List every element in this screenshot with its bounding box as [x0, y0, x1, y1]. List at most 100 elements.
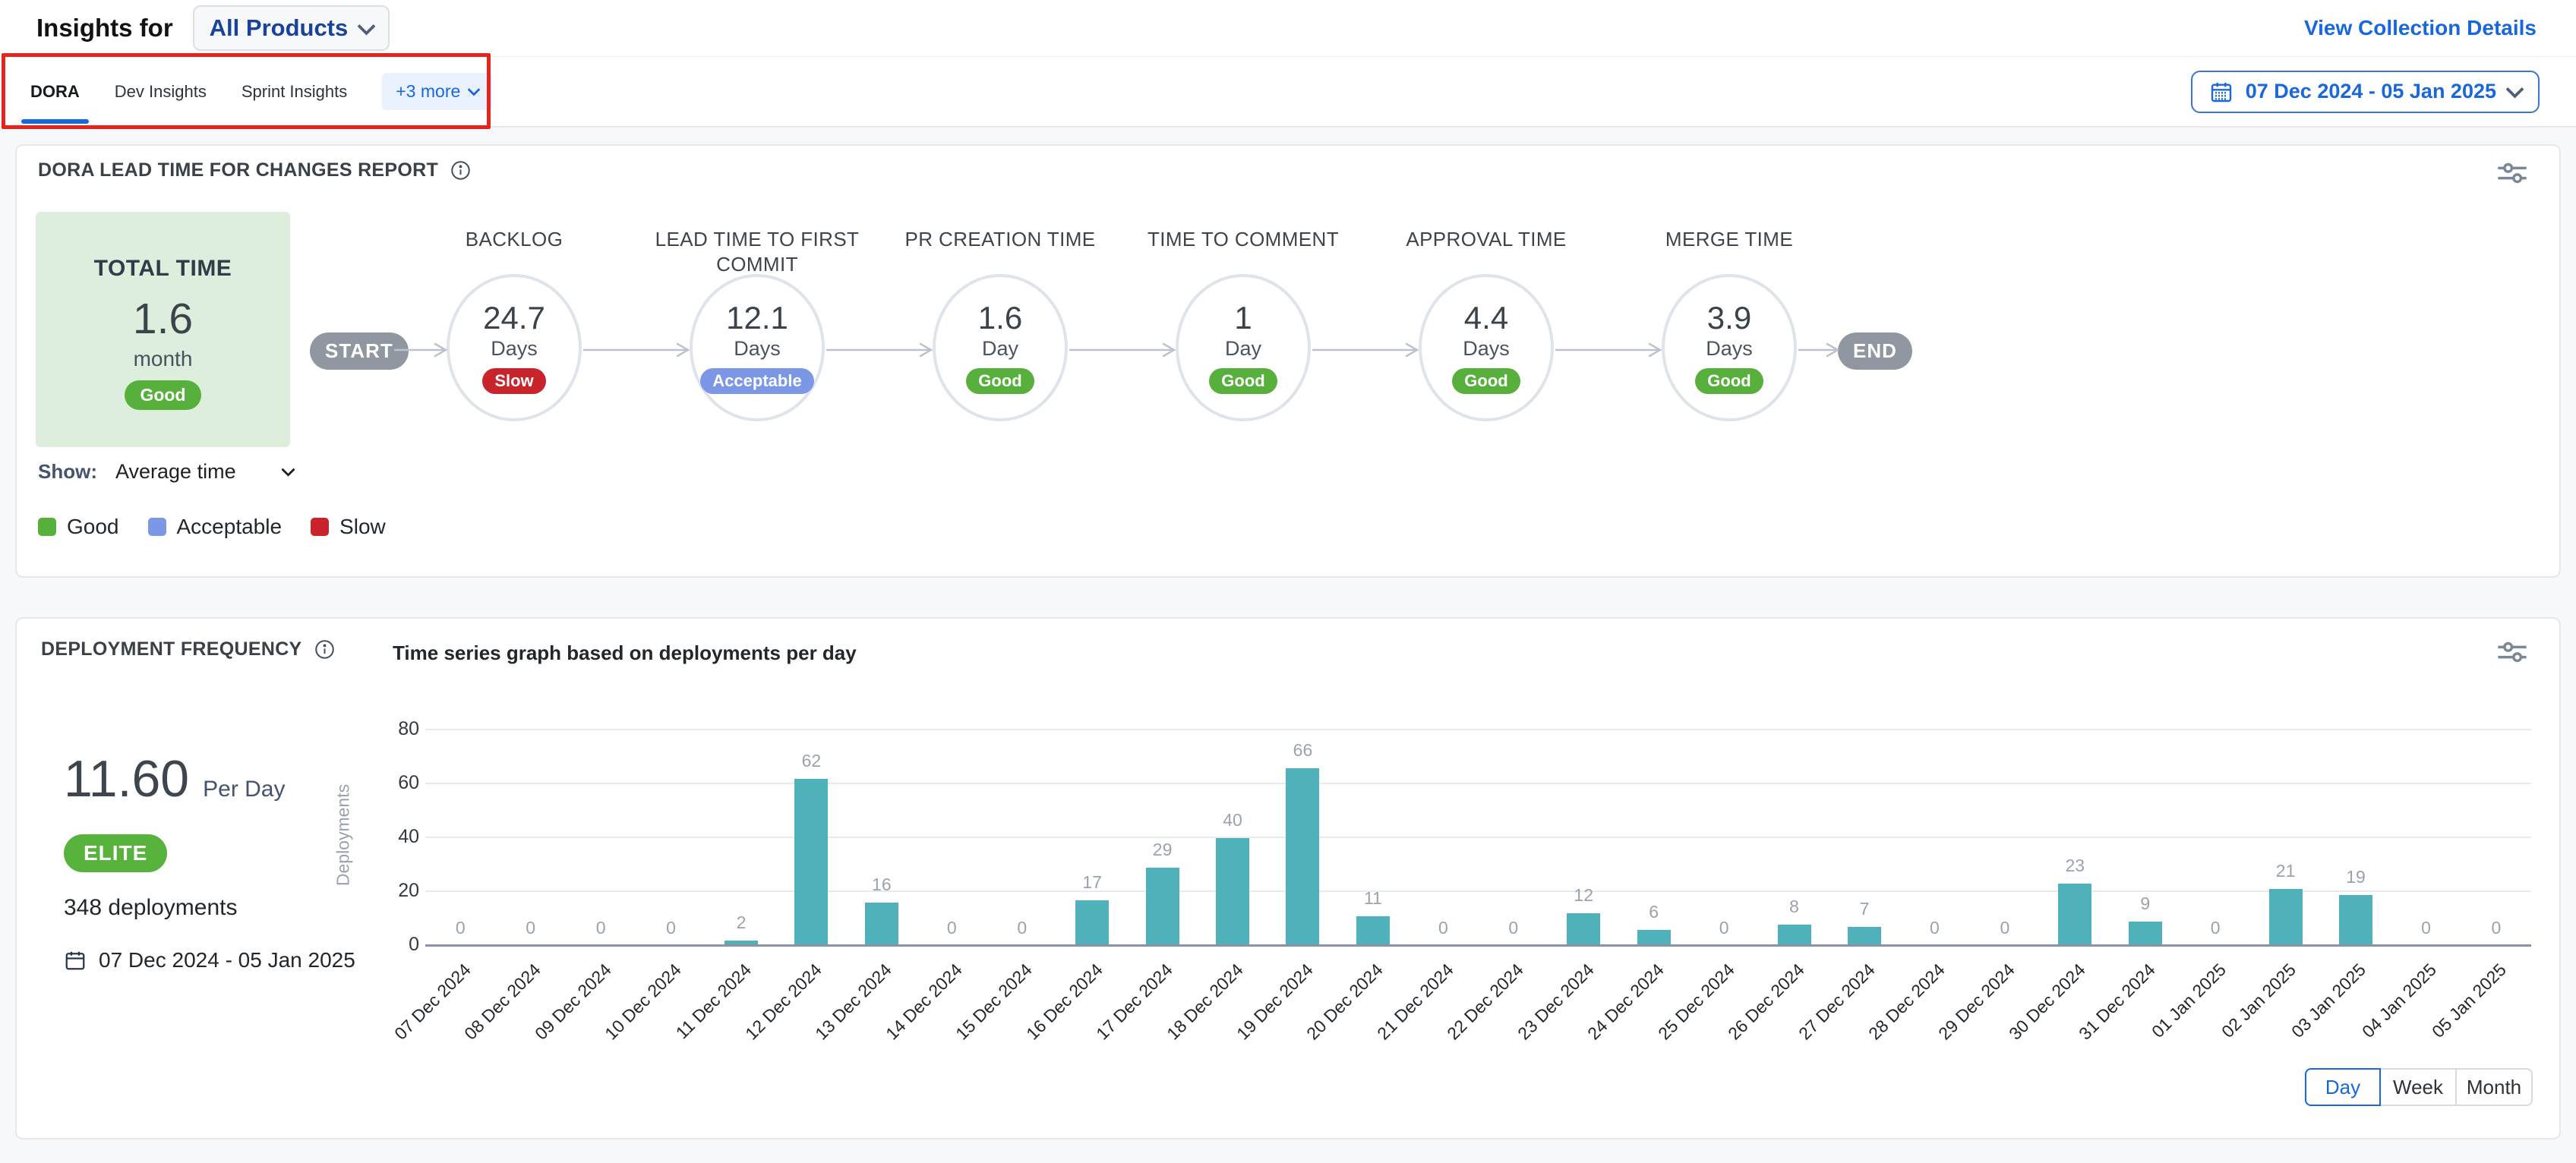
legend-swatch — [148, 518, 166, 536]
granularity-week-button[interactable]: Week — [2381, 1068, 2457, 1106]
stage-title: LEAD TIME TO FIRST COMMIT — [636, 227, 879, 274]
bar-value-label: 17 — [1057, 872, 1127, 893]
chart-column: 014 Dec 2024 — [917, 725, 987, 946]
bar-value-label: 23 — [2040, 856, 2110, 876]
y-axis-label: Deployments — [333, 784, 354, 886]
stage-circle: 1 Day Good — [1176, 274, 1311, 421]
chart-bar[interactable] — [2339, 895, 2372, 946]
card-date-range-value: 07 Dec 2024 - 05 Jan 2025 — [99, 948, 355, 972]
deployment-rate: 11.60 Per Day — [64, 749, 286, 808]
status-badge: Good — [966, 368, 1034, 394]
legend-item-acceptable: Acceptable — [148, 515, 283, 539]
card-date-range: 07 Dec 2024 - 05 Jan 2025 — [64, 948, 355, 972]
arrow-right-icon — [583, 341, 690, 359]
info-icon[interactable] — [314, 639, 335, 660]
sliders-icon[interactable] — [2497, 640, 2527, 664]
insights-dashboard: Insights for All Products View Collectio… — [0, 0, 2576, 1163]
total-time-value: 1.6 — [133, 294, 193, 344]
status-badge: Good — [125, 380, 200, 410]
total-time-unit: month — [134, 347, 193, 371]
chart-column: 009 Dec 2024 — [566, 725, 636, 946]
tab-sprint-insights[interactable]: Sprint Insights — [242, 57, 347, 126]
pipeline-stage-pr-creation-time: PR CREATION TIME 1.6 Day Good — [879, 227, 1122, 421]
y-tick-label: 40 — [355, 826, 419, 848]
bar-value-label: 21 — [2250, 861, 2320, 881]
bar-value-label: 0 — [1689, 918, 1759, 938]
y-tick-label: 60 — [355, 772, 419, 794]
date-range-value: 07 Dec 2024 - 05 Jan 2025 — [2246, 80, 2496, 103]
granularity-month-button[interactable]: Month — [2457, 1068, 2533, 1106]
stage-unit: Day — [982, 337, 1018, 361]
bar-value-label: 40 — [1198, 810, 1267, 830]
show-dropdown[interactable]: Show: Average time — [38, 460, 293, 484]
y-tick-label: 20 — [355, 880, 419, 902]
arrow-right-icon — [1312, 341, 1419, 359]
product-selector[interactable]: All Products — [193, 5, 390, 51]
bar-value-label: 62 — [776, 751, 846, 771]
chart-column: 015 Dec 2024 — [987, 725, 1057, 946]
lead-time-card-title: DORA LEAD TIME FOR CHANGES REPORT — [38, 159, 438, 181]
tab-dora[interactable]: DORA — [30, 57, 80, 126]
chart-column: 021 Dec 2024 — [1408, 725, 1478, 946]
chart-bar[interactable] — [2269, 889, 2303, 946]
chart-bar[interactable] — [1146, 868, 1179, 946]
chevron-down-icon — [468, 83, 481, 96]
stage-unit: Day — [1225, 337, 1261, 361]
pipeline-stage-lead-time-to-first-commit: LEAD TIME TO FIRST COMMIT 12.1 Days Acce… — [636, 227, 879, 421]
stage-value: 1.6 — [978, 301, 1022, 335]
deployment-count: 348 deployments — [64, 895, 238, 921]
x-axis-line — [425, 944, 2531, 947]
bar-value-label: 7 — [1829, 899, 1899, 919]
bar-value-label: 12 — [1548, 885, 1618, 906]
chart-bar[interactable] — [865, 903, 898, 946]
chart-column: 1223 Dec 2024 — [1548, 725, 1618, 946]
bar-value-label: 66 — [1267, 740, 1337, 761]
sliders-icon[interactable] — [2497, 161, 2527, 185]
date-range-picker[interactable]: 07 Dec 2024 - 05 Jan 2025 — [2191, 71, 2540, 113]
chart-column: 025 Dec 2024 — [1689, 725, 1759, 946]
status-badge: Good — [1452, 368, 1520, 394]
stage-value: 3.9 — [1707, 301, 1751, 335]
info-icon[interactable] — [450, 160, 471, 181]
product-selector-value: All Products — [210, 14, 349, 42]
chart-bar[interactable] — [1848, 927, 1881, 946]
bar-value-label: 0 — [636, 918, 706, 938]
granularity-day-button[interactable]: Day — [2305, 1068, 2381, 1106]
legend-label: Good — [67, 515, 119, 539]
legend-item-slow: Slow — [311, 515, 386, 539]
chart-bar[interactable] — [2129, 922, 2162, 946]
chart-column: 007 Dec 2024 — [425, 725, 495, 946]
pipeline-stage-backlog: BACKLOG 24.7 Days Slow — [393, 227, 636, 421]
chart-bar[interactable] — [1356, 916, 1390, 946]
calendar-icon — [2209, 80, 2233, 104]
pipeline-stage-approval-time: APPROVAL TIME 4.4 Days Good — [1365, 227, 1608, 421]
card-title-row: DORA LEAD TIME FOR CHANGES REPORT — [38, 159, 471, 181]
show-label: Show: — [38, 460, 97, 484]
pipeline-stage-time-to-comment: TIME TO COMMENT 1 Day Good — [1122, 227, 1365, 421]
chart-column: 826 Dec 2024 — [1759, 725, 1829, 946]
chart-column: 4018 Dec 2024 — [1198, 725, 1267, 946]
deployments-bar-chart: 007 Dec 2024008 Dec 2024009 Dec 2024010 … — [425, 725, 2531, 946]
view-collection-details-link[interactable]: View Collection Details — [2304, 16, 2537, 40]
chart-bar[interactable] — [1286, 768, 1319, 946]
calendar-icon — [64, 949, 87, 972]
chart-bar[interactable] — [1637, 930, 1671, 946]
x-tick-label: 01 Jan 2025 — [2148, 960, 2230, 1042]
chart-bar[interactable] — [1778, 925, 1811, 946]
status-legend: Good Acceptable Slow — [38, 515, 386, 539]
chart-column: 727 Dec 2024 — [1829, 725, 1899, 946]
chart-bar[interactable] — [1216, 838, 1249, 946]
tab-dev-insights[interactable]: Dev Insights — [115, 57, 207, 126]
chart-bar[interactable] — [794, 779, 828, 946]
bar-value-label: 9 — [2110, 894, 2180, 914]
chart-columns: 007 Dec 2024008 Dec 2024009 Dec 2024010 … — [425, 725, 2531, 946]
chart-bar[interactable] — [1567, 913, 1600, 946]
chart-column: 028 Dec 2024 — [1899, 725, 1969, 946]
stage-title: APPROVAL TIME — [1406, 227, 1566, 274]
bar-value-label: 0 — [987, 918, 1057, 938]
more-tabs-button[interactable]: +3 more — [382, 73, 492, 110]
chart-bar[interactable] — [2058, 884, 2091, 946]
bar-value-label: 0 — [2461, 918, 2531, 938]
chart-bar[interactable] — [1075, 900, 1109, 946]
chart-column: 2330 Dec 2024 — [2040, 725, 2110, 946]
